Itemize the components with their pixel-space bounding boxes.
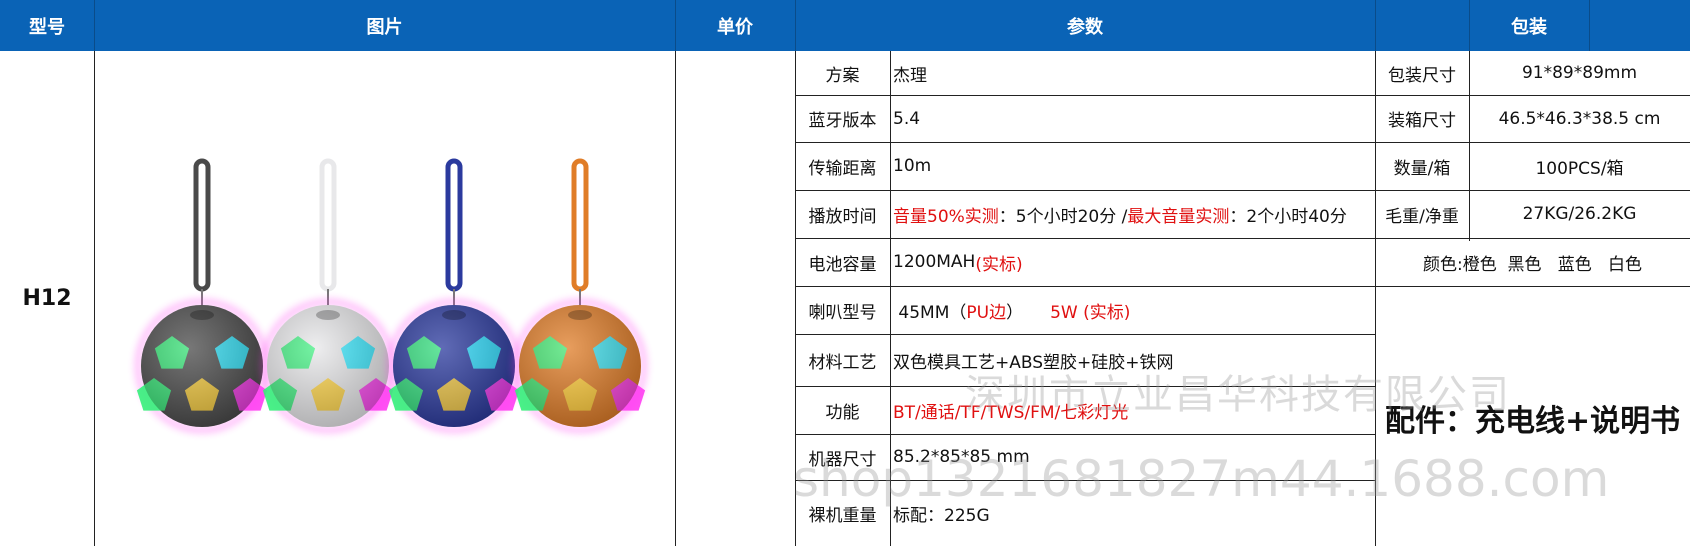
playtime-50-value: ：5个小时20分 /	[998, 206, 1128, 227]
header-packing: 包装	[1469, 0, 1590, 51]
grid-line	[1375, 286, 1690, 287]
speaker-ball	[387, 158, 521, 433]
param-label: 机器尺寸	[808, 449, 877, 470]
header-params: 参数	[795, 0, 1376, 51]
packing-label: 装箱尺寸	[1388, 111, 1456, 131]
speaker-ball	[135, 158, 269, 433]
param-value: 标配：225G	[893, 505, 990, 526]
param-label: 材料工艺	[808, 352, 877, 373]
param-label: 裸机重量	[808, 505, 877, 526]
packing-value: 46.5*46.3*38.5 cm	[1498, 108, 1661, 129]
param-label: 功能	[825, 402, 860, 423]
packing-value: 100PCS/箱	[1535, 158, 1624, 179]
header-model: 型号	[0, 0, 95, 51]
playtime-max: 最大音量实测	[1127, 206, 1230, 227]
accessory-text: 配件：充电线+说明书	[1385, 403, 1681, 439]
param-label: 喇叭型号	[808, 302, 877, 323]
header-price: 单价	[675, 0, 796, 51]
grid-line	[890, 51, 891, 546]
header-packing-left	[1375, 0, 1470, 51]
colors-line: 颜色:橙色 黑色 蓝色 白色	[1423, 254, 1642, 275]
grid-line	[675, 51, 676, 546]
param-value: 5.4	[893, 108, 921, 129]
param-label: 方案	[825, 65, 860, 86]
param-value-playtime: 音量50%实测 ：5个小时20分 / 最大音量实测 ：2个小时40分	[893, 190, 1373, 238]
param-label: 传输距离	[808, 158, 877, 179]
param-value: BT/通话/TF/TWS/FM/七彩灯光	[893, 402, 1129, 423]
header-image: 图片	[94, 0, 676, 51]
table-header: 型号 图片 单价 参数 包装	[0, 0, 1690, 51]
param-value: 85.2*85*85 mm	[893, 447, 1030, 467]
playtime-max-value: ：2个小时40分	[1229, 206, 1347, 227]
speaker-balls	[135, 158, 647, 433]
param-value-speaker: 45MM（ PU边） 5W (实标)	[893, 286, 1373, 334]
param-value: 10m	[893, 156, 932, 176]
param-value-battery: 1200MAH (实标)	[893, 238, 1373, 286]
product-model: H12	[22, 285, 72, 311]
param-label: 电池容量	[808, 254, 877, 275]
battery-note: (实标)	[975, 254, 1023, 275]
param-value: 杰理	[893, 65, 927, 86]
speaker-edge: PU边	[966, 302, 1007, 323]
param-label: 播放时间	[808, 206, 877, 227]
speaker-power: 5W (实标)	[1050, 302, 1131, 323]
speaker-bracket: ）	[1006, 302, 1051, 323]
packing-value: 91*89*89mm	[1521, 63, 1637, 83]
packing-label: 毛重/净重	[1385, 206, 1459, 227]
speaker-size: 45MM（	[893, 302, 967, 323]
header-packing-right	[1589, 0, 1690, 51]
packing-value: 27KG/26.2KG	[1522, 204, 1637, 224]
speaker-ball	[261, 158, 395, 433]
param-value: 双色模具工艺+ABS塑胶+硅胶+铁网	[893, 352, 1174, 373]
speaker-ball	[513, 158, 647, 433]
playtime-50: 音量50%实测	[893, 206, 999, 227]
battery-capacity: 1200MAH	[893, 252, 976, 272]
product-image	[135, 158, 647, 433]
param-label: 蓝牙版本	[808, 111, 877, 131]
packing-label: 包装尺寸	[1388, 65, 1456, 86]
packing-label: 数量/箱	[1393, 158, 1451, 179]
